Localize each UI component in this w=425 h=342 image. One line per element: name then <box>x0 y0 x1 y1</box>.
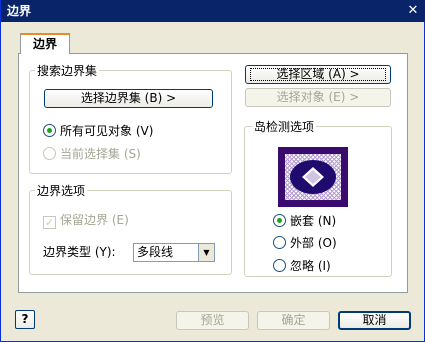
boundary-options-group-label: 边界选项 <box>35 182 88 199</box>
boundary-options-group <box>29 190 232 275</box>
boundary-type-select[interactable]: 多段线 ▼ <box>133 243 215 262</box>
radio-icon <box>43 147 56 160</box>
radio-all-visible[interactable]: 所有可见对象 (V) <box>43 123 153 139</box>
preview-button[interactable]: 预览 <box>176 311 249 330</box>
chevron-down-icon: ▼ <box>198 244 214 261</box>
radio-checked-icon <box>273 214 286 227</box>
radio-outer[interactable]: 外部 (O) <box>273 235 337 251</box>
island-preview-graphic <box>290 160 336 194</box>
island-preview <box>278 147 348 207</box>
select-objects-button[interactable]: 选择对象 (E) > <box>245 88 391 107</box>
boundary-type-label: 边界类型 (Y): <box>43 245 116 259</box>
help-button[interactable]: ? <box>15 310 35 329</box>
window-title: 边界 <box>7 4 32 18</box>
close-icon[interactable]: ✕ <box>405 3 421 18</box>
radio-ignore[interactable]: 忽略 (I) <box>273 258 331 274</box>
search-set-group-label: 搜索边界集 <box>35 62 100 79</box>
island-detection-group-label: 岛检测选项 <box>252 118 317 135</box>
radio-current-selection[interactable]: 当前选择集 (S) <box>43 146 141 162</box>
keep-boundary-checkbox[interactable]: ✓ 保留边界 (E) <box>43 212 129 229</box>
radio-checked-icon <box>43 124 56 137</box>
tab-boundary[interactable]: 边界 <box>20 33 70 54</box>
ok-button[interactable]: 确定 <box>257 311 330 330</box>
check-icon: ✓ <box>43 216 56 229</box>
boundary-dialog: 边界 ✕ 边界 搜索边界集 选择边界集 (B) > 所有可见对象 (V) 当前选… <box>0 0 425 342</box>
radio-icon <box>273 259 286 272</box>
select-region-button[interactable]: 选择区域 (A) > <box>245 65 391 84</box>
select-boundary-set-button[interactable]: 选择边界集 (B) > <box>44 89 213 108</box>
title-bar[interactable]: 边界 ✕ <box>1 0 425 22</box>
radio-icon <box>273 236 286 249</box>
cancel-button[interactable]: 取消 <box>338 311 411 330</box>
radio-nested[interactable]: 嵌套 (N) <box>273 213 336 229</box>
focus-rect <box>250 68 386 81</box>
